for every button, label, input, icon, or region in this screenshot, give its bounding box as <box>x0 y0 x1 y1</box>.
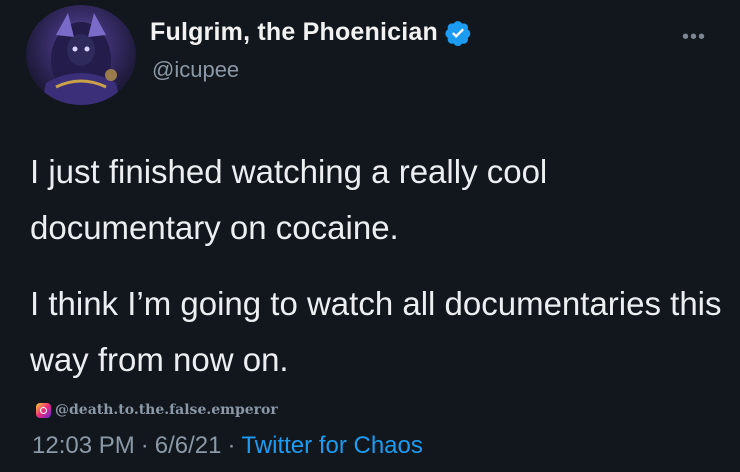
tweet-date[interactable]: 6/6/21 <box>155 432 222 460</box>
avatar[interactable] <box>26 5 136 105</box>
avatar-image <box>41 13 121 105</box>
tweet-card: Fulgrim, the Phoenician @icupee ••• I ju… <box>0 0 740 472</box>
tweet-paragraph-1: I just finished watching a really cool d… <box>30 153 548 246</box>
tweet-source-link[interactable]: Twitter for Chaos <box>241 432 422 460</box>
watermark-text: @death.to.the.false.emperor <box>55 402 278 418</box>
more-options-icon[interactable]: ••• <box>682 26 706 49</box>
instagram-watermark: @death.to.the.false.emperor <box>36 402 278 418</box>
user-handle[interactable]: @icupee <box>152 57 239 83</box>
tweet-paragraph-2: I think I’m going to watch all documenta… <box>30 285 722 378</box>
meta-separator: · <box>140 432 149 459</box>
tweet-time[interactable]: 12:03 PM <box>32 432 135 460</box>
verified-badge-icon <box>444 19 472 47</box>
display-name[interactable]: Fulgrim, the Phoenician <box>150 18 438 47</box>
meta-separator: · <box>227 432 236 459</box>
name-row: Fulgrim, the Phoenician <box>150 18 472 47</box>
tweet-meta: 12:03 PM · 6/6/21 · Twitter for Chaos <box>32 432 423 460</box>
instagram-icon <box>36 402 51 418</box>
